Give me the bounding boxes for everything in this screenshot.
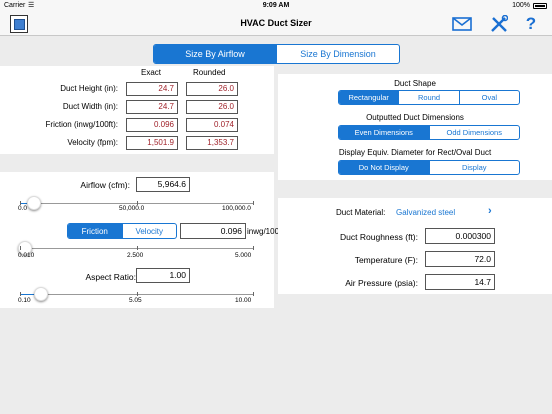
friction-rounded: 0.074: [186, 118, 238, 132]
temperature-label: Temperature (F):: [354, 255, 418, 265]
tools-icon[interactable]: [488, 14, 510, 34]
output-dimensions-selector: Even Dimensions Odd Dimensions: [338, 125, 520, 140]
duct-height-exact: 24.7: [126, 82, 178, 96]
temperature-input[interactable]: 72.0: [425, 251, 495, 267]
aspect-tick: [253, 292, 254, 296]
aspect-tick-label: 0.10: [18, 297, 31, 304]
help-icon[interactable]: ?: [520, 14, 542, 34]
shape-oval[interactable]: Oval: [458, 91, 519, 104]
equiv-do-not-display[interactable]: Do Not Display: [339, 161, 429, 174]
status-time: 9:09 AM: [262, 2, 290, 9]
air-pressure-label: Air Pressure (psia):: [345, 278, 418, 288]
aspect-ratio-input[interactable]: 1.00: [136, 268, 190, 283]
velocity-exact: 1,501.9: [126, 136, 178, 150]
fv-friction[interactable]: Friction: [68, 224, 122, 238]
duct-width-label: Duct Width (in):: [62, 102, 118, 111]
friction-tick: [20, 246, 21, 250]
inputs-panel: Airflow (cfm): 5,964.6 0.0 50,000.0 100,…: [0, 172, 283, 308]
duct-shape-selector: Rectangular Round Oval: [338, 90, 520, 105]
friction-exact: 0.096: [126, 118, 178, 132]
aspect-tick: [137, 292, 138, 296]
velocity-rounded: 1,353.7: [186, 136, 238, 150]
friction-tick: [137, 246, 138, 250]
properties-panel: Duct Material: Galvanized steel › Duct R…: [278, 198, 552, 294]
dims-even[interactable]: Even Dimensions: [339, 126, 429, 139]
aspect-slider-thumb[interactable]: [34, 287, 49, 301]
aspect-tick-label: 10.00: [235, 297, 252, 304]
shape-round[interactable]: Round: [398, 91, 458, 104]
roughness-label: Duct Roughness (ft):: [340, 232, 418, 242]
airflow-tick-label: 100,000.0: [222, 205, 251, 212]
friction-tick-label: 0.010: [18, 252, 35, 259]
shape-rectangular[interactable]: Rectangular: [339, 91, 399, 104]
navigation-bar: HVAC Duct Sizer ?: [0, 12, 552, 36]
column-rounded-header: Rounded: [193, 68, 226, 77]
mail-icon[interactable]: [451, 14, 473, 34]
airflow-tick: [253, 201, 254, 205]
friction-velocity-selector: Friction Velocity: [67, 223, 177, 239]
results-panel: Exact Rounded Duct Height (in): 24.7 26.…: [0, 66, 274, 154]
chevron-right-icon: ›: [488, 205, 492, 217]
airflow-tick-label: 50,000.0: [119, 205, 145, 212]
airflow-tick-label: 0.0: [18, 205, 28, 212]
aspect-tick: [20, 292, 21, 296]
friction-input[interactable]: 0.096: [180, 223, 246, 239]
equiv-diameter-selector: Do Not Display Display: [338, 160, 520, 175]
friction-tick-label: 2.500: [127, 252, 144, 259]
tab-size-by-dimension[interactable]: Size By Dimension: [276, 45, 399, 63]
sizing-mode-tabs: Size By Airflow Size By Dimension: [153, 44, 400, 64]
friction-tick-label: 5.000: [235, 252, 252, 259]
equiv-display[interactable]: Display: [428, 161, 520, 174]
dims-odd[interactable]: Odd Dimensions: [428, 126, 520, 139]
roughness-input[interactable]: 0.000300: [425, 228, 495, 244]
airflow-label: Airflow (cfm):: [80, 180, 130, 190]
output-dimensions-title: Outputted Duct Dimensions: [366, 113, 464, 122]
friction-label: Friction (inwg/100ft):: [45, 120, 118, 129]
duct-height-label: Duct Height (in):: [60, 84, 118, 93]
status-bar: Carrier ☰ 9:09 AM 100%: [0, 0, 552, 12]
duct-width-exact: 24.7: [126, 100, 178, 114]
tab-size-by-airflow[interactable]: Size By Airflow: [154, 45, 276, 63]
fv-velocity[interactable]: Velocity: [121, 224, 177, 238]
airflow-slider-thumb[interactable]: [27, 196, 42, 210]
duct-shape-title: Duct Shape: [394, 79, 436, 88]
duct-material-label: Duct Material:: [336, 208, 386, 217]
duct-height-rounded: 26.0: [186, 82, 238, 96]
options-panel: Duct Shape Rectangular Round Oval Output…: [278, 74, 552, 180]
column-exact-header: Exact: [141, 68, 162, 77]
aspect-tick-label: 5.05: [129, 297, 142, 304]
velocity-label: Velocity (fpm):: [67, 138, 118, 147]
air-pressure-input[interactable]: 14.7: [425, 274, 495, 290]
duct-material-value: Galvanized steel: [396, 208, 456, 217]
airflow-input[interactable]: 5,964.6: [136, 177, 190, 192]
friction-tick: [253, 246, 254, 250]
battery-percent: 100%: [512, 2, 530, 9]
aspect-ratio-label: Aspect Ratio:: [85, 272, 136, 282]
equiv-diameter-title: Display Equiv. Diameter for Rect/Oval Du…: [338, 148, 492, 157]
battery-icon: [533, 3, 547, 9]
duct-width-rounded: 26.0: [186, 100, 238, 114]
